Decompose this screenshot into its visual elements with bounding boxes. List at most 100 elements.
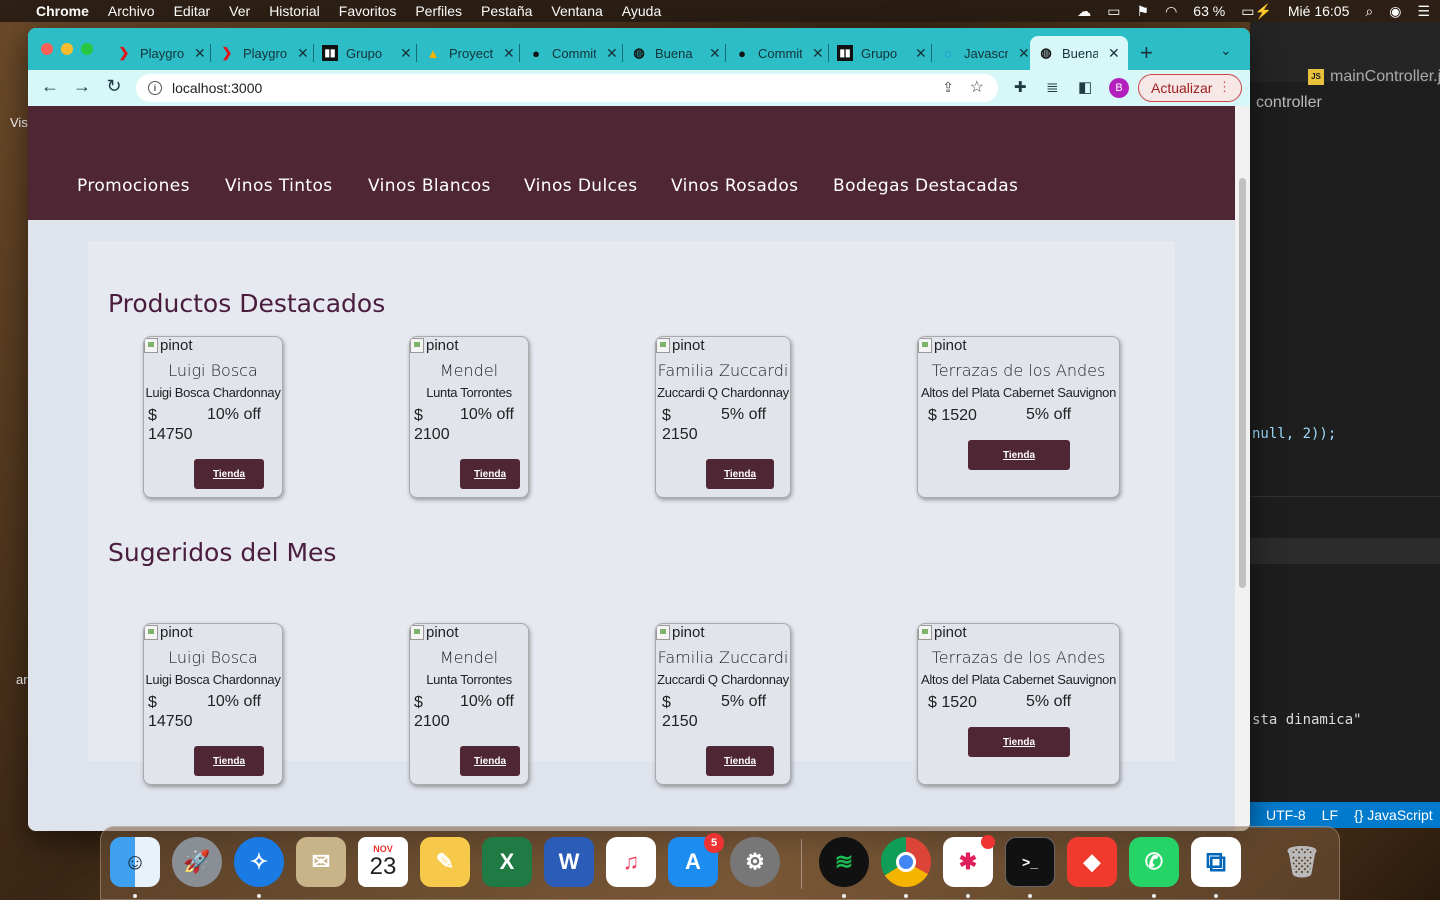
browser-tab[interactable]: ▮▮ Grupo ✕ bbox=[314, 36, 420, 70]
editor-tab[interactable]: JS mainController.js bbox=[1300, 60, 1440, 94]
tienda-button[interactable]: Tienda bbox=[968, 727, 1070, 757]
tienda-button[interactable]: Tienda bbox=[968, 440, 1070, 470]
tienda-button[interactable]: Tienda bbox=[194, 746, 264, 776]
close-tab-icon[interactable]: ✕ bbox=[297, 45, 309, 62]
spotify-icon[interactable]: ≋ bbox=[819, 837, 869, 887]
editor-breadcrumb: controller bbox=[1256, 94, 1322, 111]
control-center-icon[interactable]: ☰ bbox=[1417, 3, 1430, 20]
address-bar[interactable]: i localhost:3000 ⇪ ☆ bbox=[136, 74, 998, 102]
battery-icon[interactable]: ▭⚡ bbox=[1241, 3, 1272, 20]
browser-tab[interactable]: ◌ Javascript ✕ bbox=[932, 36, 1038, 70]
close-window-button[interactable] bbox=[41, 43, 53, 55]
site-info-icon[interactable]: i bbox=[148, 81, 162, 95]
tienda-button[interactable]: Tienda bbox=[460, 746, 520, 776]
new-tab-icon[interactable]: + bbox=[1140, 40, 1153, 66]
extensions-puzzle-icon[interactable]: ✚ bbox=[1014, 78, 1027, 96]
page-scrollbar[interactable] bbox=[1235, 106, 1250, 831]
nav-link-vinos-blancos[interactable]: Vinos Blancos bbox=[368, 176, 491, 196]
nav-link-vinos-rosados[interactable]: Vinos Rosados bbox=[671, 176, 798, 196]
menu-ver[interactable]: Ver bbox=[229, 3, 250, 19]
browser-tab-active[interactable]: ◍ Buena ✕ bbox=[1030, 36, 1128, 70]
wifi-icon[interactable]: ◠ bbox=[1165, 3, 1177, 20]
menu-ayuda[interactable]: Ayuda bbox=[622, 3, 661, 19]
profile-avatar[interactable]: B bbox=[1109, 78, 1129, 98]
share-icon[interactable]: ⇪ bbox=[942, 79, 954, 96]
menu-app-name[interactable]: Chrome bbox=[36, 3, 89, 19]
forward-arrow-icon[interactable]: → bbox=[70, 76, 94, 97]
browser-tab[interactable]: ● Commits ✕ bbox=[520, 36, 626, 70]
tienda-button[interactable]: Tienda bbox=[706, 746, 774, 776]
zoom-window-button[interactable] bbox=[81, 43, 93, 55]
mail-stamp-icon[interactable]: ✉ bbox=[296, 837, 346, 887]
edge-text-1: Vis bbox=[10, 115, 28, 130]
bookmark-star-icon[interactable]: ☆ bbox=[970, 77, 984, 97]
browser-tab[interactable]: ▮▮ Grupo ✕ bbox=[829, 36, 935, 70]
browser-tab[interactable]: ▲ Proyecto ✕ bbox=[417, 36, 523, 70]
menu-editar[interactable]: Editar bbox=[174, 3, 211, 19]
browser-tab[interactable]: ◍ Buena ✕ bbox=[623, 36, 729, 70]
close-tab-icon[interactable]: ✕ bbox=[1018, 45, 1030, 62]
whatsapp-icon[interactable]: ✆ bbox=[1129, 837, 1179, 887]
tienda-button[interactable]: Tienda bbox=[460, 459, 520, 489]
tienda-button[interactable]: Tienda bbox=[194, 459, 264, 489]
close-tab-icon[interactable]: ✕ bbox=[606, 45, 618, 62]
siri-icon[interactable]: ◉ bbox=[1389, 3, 1401, 20]
close-tab-icon[interactable]: ✕ bbox=[812, 45, 824, 62]
menu-perfiles[interactable]: Perfiles bbox=[415, 3, 462, 19]
nav-link-promociones[interactable]: Promociones bbox=[77, 176, 190, 196]
browser-tab[interactable]: ● Commits ✕ bbox=[726, 36, 832, 70]
safari-icon[interactable]: ✧ bbox=[234, 837, 284, 887]
spotlight-icon[interactable]: ⌕ bbox=[1365, 3, 1373, 20]
calendar-icon[interactable]: NOV 23 bbox=[358, 837, 408, 887]
menu-ventana[interactable]: Ventana bbox=[551, 3, 602, 19]
media-queue-icon[interactable]: ≣ bbox=[1046, 78, 1059, 96]
chrome-icon[interactable] bbox=[881, 837, 931, 887]
close-tab-icon[interactable]: ✕ bbox=[1108, 45, 1120, 62]
anydesk-icon[interactable]: ◆ bbox=[1067, 837, 1117, 887]
minimize-window-button[interactable] bbox=[61, 43, 73, 55]
browser-tab[interactable]: ❯ Playground ✕ bbox=[108, 36, 214, 70]
language-status[interactable]: {} JavaScript bbox=[1354, 807, 1433, 823]
pages-icon[interactable]: ✎ bbox=[420, 837, 470, 887]
menu-archivo[interactable]: Archivo bbox=[108, 3, 155, 19]
nav-link-vinos-tintos[interactable]: Vinos Tintos bbox=[225, 176, 333, 196]
creative-cloud-icon[interactable]: ☁ bbox=[1077, 3, 1091, 20]
reload-icon[interactable]: ↻ bbox=[102, 76, 126, 97]
system-preferences-icon[interactable]: ⚙ bbox=[730, 837, 780, 887]
nav-link-bodegas-destacadas[interactable]: Bodegas Destacadas bbox=[833, 176, 1018, 196]
flag-icon[interactable]: ⚑ bbox=[1137, 3, 1150, 20]
trash-icon[interactable]: 🗑 bbox=[1277, 837, 1327, 887]
word-icon[interactable]: W bbox=[544, 837, 594, 887]
slack-icon[interactable]: ✱ bbox=[943, 835, 995, 887]
tab-search-chevron-icon[interactable]: ⌄ bbox=[1220, 42, 1232, 59]
side-panel-icon[interactable]: ◧ bbox=[1078, 78, 1092, 96]
encoding-status[interactable]: UTF-8 bbox=[1266, 807, 1306, 823]
close-tab-icon[interactable]: ✕ bbox=[915, 45, 927, 62]
eol-status[interactable]: LF bbox=[1322, 807, 1338, 823]
launchpad-icon[interactable]: 🚀 bbox=[172, 837, 222, 887]
url-text[interactable]: localhost:3000 bbox=[172, 80, 262, 96]
scrollbar-thumb[interactable] bbox=[1239, 178, 1246, 588]
vscode-icon[interactable]: ⧉ bbox=[1191, 837, 1241, 887]
close-tab-icon[interactable]: ✕ bbox=[709, 45, 721, 62]
battery-percent[interactable]: 63 % bbox=[1193, 3, 1225, 19]
menu-historial[interactable]: Historial bbox=[269, 3, 320, 19]
update-button[interactable]: Actualizar ⋮ bbox=[1138, 74, 1242, 102]
nav-link-vinos-dulces[interactable]: Vinos Dulces bbox=[524, 176, 637, 196]
airplay-icon[interactable]: ▭ bbox=[1107, 3, 1120, 20]
app-store-icon[interactable]: A5 bbox=[668, 833, 724, 887]
close-tab-icon[interactable]: ✕ bbox=[503, 45, 515, 62]
menu-favoritos[interactable]: Favoritos bbox=[339, 3, 397, 19]
menubar-clock[interactable]: Mié 16:05 bbox=[1288, 3, 1349, 19]
terminal-icon[interactable]: >_ bbox=[1005, 837, 1055, 887]
menu-pestana[interactable]: Pestaña bbox=[481, 3, 532, 19]
back-arrow-icon[interactable]: ← bbox=[38, 76, 62, 97]
running-indicator bbox=[904, 894, 908, 898]
close-tab-icon[interactable]: ✕ bbox=[400, 45, 412, 62]
tienda-button[interactable]: Tienda bbox=[706, 459, 774, 489]
excel-icon[interactable]: X bbox=[482, 837, 532, 887]
finder-icon[interactable]: ☺ bbox=[110, 837, 160, 887]
browser-tab[interactable]: ❯ Playground ✕ bbox=[211, 36, 317, 70]
close-tab-icon[interactable]: ✕ bbox=[194, 45, 206, 62]
music-icon[interactable]: ♫ bbox=[606, 837, 656, 887]
